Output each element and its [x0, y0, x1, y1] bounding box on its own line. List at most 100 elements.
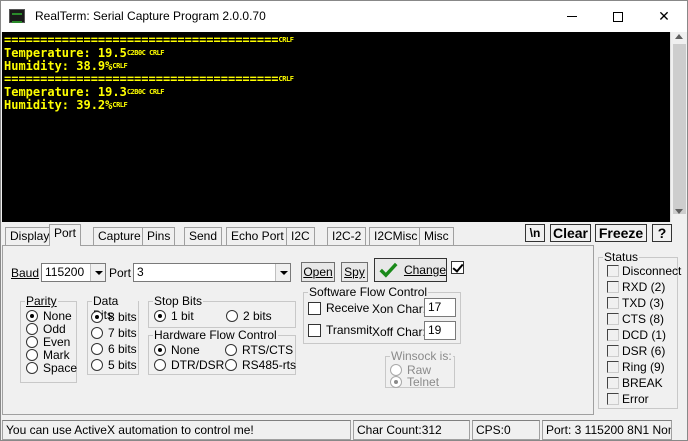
close-button[interactable]: ✕ [641, 1, 687, 32]
software-flow-label: Software Flow Control [308, 285, 429, 299]
port-label: Port [109, 266, 132, 280]
close-icon: ✕ [658, 8, 670, 24]
winsock-telnet-radio[interactable]: Telnet [390, 375, 439, 389]
xoff-char-label: Xoff Char: [372, 325, 426, 339]
status-rxd: RXD (2) [607, 280, 665, 294]
status-ring: Ring (9) [607, 360, 665, 374]
statusbar-cps: CPS:0 [472, 420, 540, 440]
baud-label: Baud [11, 266, 40, 280]
status-dsr: DSR (6) [607, 344, 665, 358]
port-value: 3 [137, 265, 144, 279]
parity-label: Parity [25, 294, 58, 308]
stop-bits-group: Stop Bits 1 bit 2 bits [148, 294, 296, 328]
open-button[interactable]: Open [301, 262, 335, 282]
hw-flow-rts-cts-radio[interactable]: RTS/CTS [225, 343, 293, 357]
terminal-scrollbar[interactable] [670, 32, 687, 222]
realterm-app-icon [9, 9, 25, 23]
data-bits-group: Data Bits 8 bits 7 bits 6 bits 5 bits [87, 294, 139, 375]
hardware-flow-group: Hardware Flow Control None RTS/CTS DTR/D… [148, 328, 296, 375]
chevron-down-icon[interactable] [90, 264, 105, 281]
hw-flow-dtr-dsr-radio[interactable]: DTR/DSR [154, 358, 224, 372]
change-button-label: Change [403, 263, 446, 277]
led-icon [607, 297, 619, 309]
led-icon [607, 265, 619, 277]
led-icon [607, 393, 619, 405]
change-button[interactable]: Change [374, 258, 447, 282]
tab-port[interactable]: Port [49, 224, 82, 246]
minimize-icon [567, 16, 577, 17]
status-dcd: DCD (1) [607, 328, 666, 342]
stop-bits-label: Stop Bits [153, 294, 204, 308]
led-icon [607, 329, 619, 341]
status-label: Status [603, 250, 640, 264]
led-icon [607, 281, 619, 293]
stop-bits-1-radio[interactable]: 1 bit [154, 309, 194, 323]
tab-pins[interactable]: Pins [142, 227, 176, 245]
parity-odd-radio[interactable]: Odd [26, 322, 66, 336]
port-select[interactable]: 3 [133, 263, 291, 282]
parity-space-radio[interactable]: Space [26, 361, 77, 375]
parity-even-radio[interactable]: Even [26, 335, 70, 349]
tab-capture[interactable]: Capture [93, 227, 146, 245]
statusbar-port-info: Port: 3 115200 8N1 Non [542, 420, 672, 440]
data-bits-7-radio[interactable]: 7 bits [91, 326, 137, 340]
hw-flow-none-radio[interactable]: None [154, 343, 200, 357]
maximize-icon [613, 11, 623, 22]
parity-mark-radio[interactable]: Mark [26, 348, 70, 362]
parity-none-radio[interactable]: None [26, 309, 72, 323]
status-bar: You can use ActiveX automation to contro… [1, 419, 687, 440]
tab-i2c-2[interactable]: I2C-2 [327, 227, 367, 245]
data-bits-8-radio[interactable]: 8 bits [91, 310, 137, 324]
tab-i2c[interactable]: I2C [286, 227, 315, 245]
status-cts: CTS (8) [607, 312, 664, 326]
led-icon [607, 361, 619, 373]
minimize-button[interactable] [549, 1, 595, 32]
winsock-group: Winsock is: Raw Telnet [385, 349, 455, 389]
spy-button[interactable]: Spy [341, 262, 368, 282]
data-bits-5-radio[interactable]: 5 bits [91, 358, 137, 372]
tab-echo-port[interactable]: Echo Port [226, 227, 289, 245]
scroll-down-icon[interactable] [675, 209, 683, 214]
winsock-label: Winsock is: [390, 349, 453, 363]
xon-char-label: Xon Char: [372, 302, 427, 316]
receive-checkbox[interactable]: Receive [308, 301, 369, 315]
change-checkbox[interactable] [451, 261, 469, 274]
stop-bits-2-radio[interactable]: 2 bits [226, 309, 272, 323]
status-txd: TXD (3) [607, 296, 664, 310]
status-disconnect: Disconnect [607, 264, 681, 278]
software-flow-group: Software Flow Control Receive Xon Char: … [303, 285, 461, 344]
tab-i2cmisc[interactable]: I2CMisc [369, 227, 423, 245]
freeze-button[interactable]: Freeze [595, 224, 647, 242]
transmit-checkbox[interactable]: Transmit [308, 323, 372, 337]
baud-value: 115200 [45, 265, 85, 279]
hw-flow-rs485-radio[interactable]: RS485-rts [225, 358, 296, 372]
tab-display[interactable]: Display [5, 227, 55, 245]
maximize-button[interactable] [595, 1, 641, 32]
check-icon [451, 261, 464, 274]
window-title: RealTerm: Serial Capture Program 2.0.0.7… [35, 9, 266, 23]
hardware-flow-label: Hardware Flow Control [153, 328, 278, 342]
parity-group: Parity None Odd Even Mark Space [20, 294, 77, 383]
led-icon [607, 377, 619, 389]
terminal-display[interactable]: ======================================CR… [2, 32, 670, 222]
terminal-line: Humidity: 39.2%CRLF [4, 98, 128, 112]
led-icon [607, 313, 619, 325]
scroll-up-icon[interactable] [675, 34, 683, 39]
tab-misc[interactable]: Misc [419, 227, 454, 245]
xon-char-input[interactable]: 17 [424, 298, 456, 317]
clear-button[interactable]: Clear [550, 224, 591, 242]
status-break: BREAK [607, 376, 663, 390]
baud-select[interactable]: 115200 [41, 263, 106, 282]
scrollbar-thumb[interactable] [673, 44, 686, 214]
help-button[interactable]: ? [652, 224, 672, 242]
checkmark-icon [379, 262, 398, 278]
status-error: Error [607, 392, 649, 406]
port-panel: Baud 115200 Port 3 Open Spy Change Parit… [2, 245, 594, 415]
realterm-window: RealTerm: Serial Capture Program 2.0.0.7… [0, 0, 688, 441]
newline-button[interactable]: \n [525, 224, 545, 242]
tab-send[interactable]: Send [184, 227, 223, 245]
xoff-char-input[interactable]: 19 [424, 321, 456, 340]
statusbar-char-count: Char Count:312 [353, 420, 470, 440]
data-bits-6-radio[interactable]: 6 bits [91, 342, 137, 356]
chevron-down-icon[interactable] [275, 264, 290, 281]
